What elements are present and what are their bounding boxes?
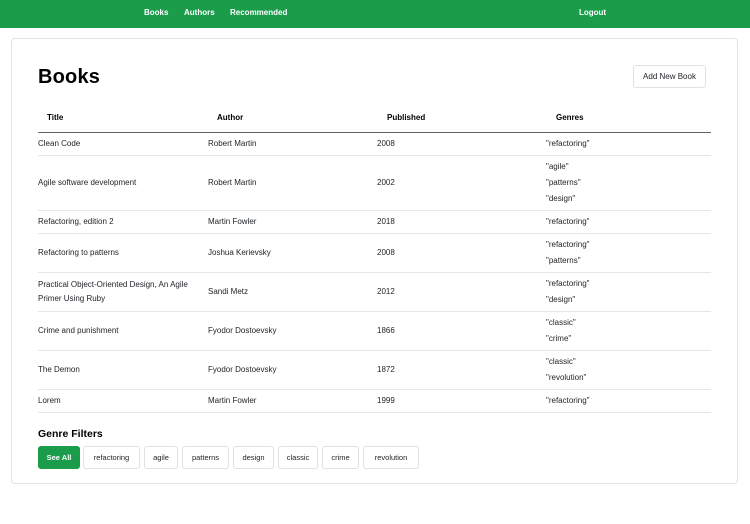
genre-tag: "design" <box>546 194 576 203</box>
genre-filter-classic-button[interactable]: classic <box>278 446 318 469</box>
genre-tag: "refactoring" <box>546 396 590 405</box>
book-published-cell: 1999 <box>377 396 395 405</box>
genre-filter-agile-button[interactable]: agile <box>144 446 178 469</box>
column-header-published: Published <box>387 113 426 122</box>
genre-tag: "agile" <box>546 162 569 171</box>
genre-tag: "crime" <box>546 334 572 343</box>
genre-tag: "design" <box>546 295 576 304</box>
book-genres-cell: "refactoring" "design" <box>546 273 666 311</box>
book-title-cell: Lorem <box>38 396 61 405</box>
book-title-cell: Refactoring, edition 2 <box>38 217 114 226</box>
book-published-cell: 2012 <box>377 287 395 296</box>
book-published-cell: 2002 <box>377 178 395 187</box>
table-row: Agile software development Robert Martin 2… <box>38 156 711 211</box>
book-author-cell: Joshua Kerievsky <box>208 248 271 257</box>
genre-tag: "refactoring" <box>546 217 590 226</box>
book-title-cell: The Demon <box>38 365 80 374</box>
book-author-cell: Martin Fowler <box>208 217 257 226</box>
table-row: Crime and punishment Fyodor Dostoevsky 186… <box>38 312 711 351</box>
genre-filter-revolution-button[interactable]: revolution <box>363 446 419 469</box>
book-title-cell: Crime and punishment <box>38 326 119 335</box>
book-genres-cell: "classic" "revolution" <box>546 351 666 389</box>
book-genres-cell: "classic" "crime" <box>546 312 666 350</box>
book-published-cell: 1872 <box>377 365 395 374</box>
add-new-book-button[interactable]: Add New Book <box>633 65 706 88</box>
book-author-cell: Robert Martin <box>208 139 257 148</box>
genre-tag: "classic" <box>546 318 576 327</box>
genre-filter-design-button[interactable]: design <box>233 446 274 469</box>
book-author-cell: Sandi Metz <box>208 287 249 296</box>
genre-tag: "refactoring" <box>546 240 590 249</box>
genre-tag: "refactoring" <box>546 139 590 148</box>
book-genres-cell: "refactoring" <box>546 211 666 233</box>
column-header-title: Title <box>47 113 64 122</box>
book-published-cell: 2018 <box>377 217 395 226</box>
book-published-cell: 2008 <box>377 248 395 257</box>
book-published-cell: 1866 <box>377 326 395 335</box>
book-genres-cell: "refactoring" "patterns" <box>546 234 666 272</box>
genre-filters-title: Genre Filters <box>38 428 103 440</box>
table-row: Clean Code Robert Martin 2008 "refactoring" <box>38 133 711 156</box>
column-header-author: Author <box>217 113 244 122</box>
nav-link-recommended[interactable]: Recommended <box>230 8 287 17</box>
logout-link[interactable]: Logout <box>579 8 606 17</box>
book-author-cell: Martin Fowler <box>208 396 257 405</box>
book-author-cell: Fyodor Dostoevsky <box>208 326 277 335</box>
book-genres-cell: "refactoring" <box>546 390 666 412</box>
column-header-genres: Genres <box>556 113 584 122</box>
genre-tag: "patterns" <box>546 178 581 187</box>
book-title-cell: Refactoring to patterns <box>38 248 119 257</box>
table-row: Lorem Martin Fowler 1999 "refactoring" <box>38 390 711 413</box>
genre-tag: "patterns" <box>546 256 581 265</box>
book-author-cell: Fyodor Dostoevsky <box>208 365 277 374</box>
table-row: Refactoring to patterns Joshua Kerievsky 2… <box>38 234 711 273</box>
book-genres-cell: "agile" "patterns" "design" <box>546 156 666 210</box>
genre-tag: "refactoring" <box>546 279 590 288</box>
book-genres-cell: "refactoring" <box>546 133 666 155</box>
book-title-cell: Practical Object-Oriented Design, An Agi… <box>38 280 188 303</box>
genre-tag: "revolution" <box>546 373 587 382</box>
genre-filter-refactoring-button[interactable]: refactoring <box>83 446 140 469</box>
page-title: Books <box>38 66 101 88</box>
book-title-cell: Agile software development <box>38 178 137 187</box>
genre-filter-patterns-button[interactable]: patterns <box>182 446 229 469</box>
top-navbar: Books Authors Recommended Logout <box>0 0 750 28</box>
book-title-cell: Clean Code <box>38 139 81 148</box>
book-author-cell: Robert Martin <box>208 178 257 187</box>
book-published-cell: 2008 <box>377 139 395 148</box>
nav-link-authors[interactable]: Authors <box>184 8 215 17</box>
genre-tag: "classic" <box>546 357 576 366</box>
table-row: The Demon Fyodor Dostoevsky 1872 "classic" "… <box>38 351 711 390</box>
genre-filter-see-all-button[interactable]: See All <box>38 446 80 469</box>
genre-filter-crime-button[interactable]: crime <box>322 446 359 469</box>
table-row: Refactoring, edition 2 Martin Fowler 2018 "… <box>38 211 711 234</box>
nav-link-books[interactable]: Books <box>144 8 168 17</box>
table-row: Practical Object-Oriented Design, An Agi… <box>38 273 711 312</box>
